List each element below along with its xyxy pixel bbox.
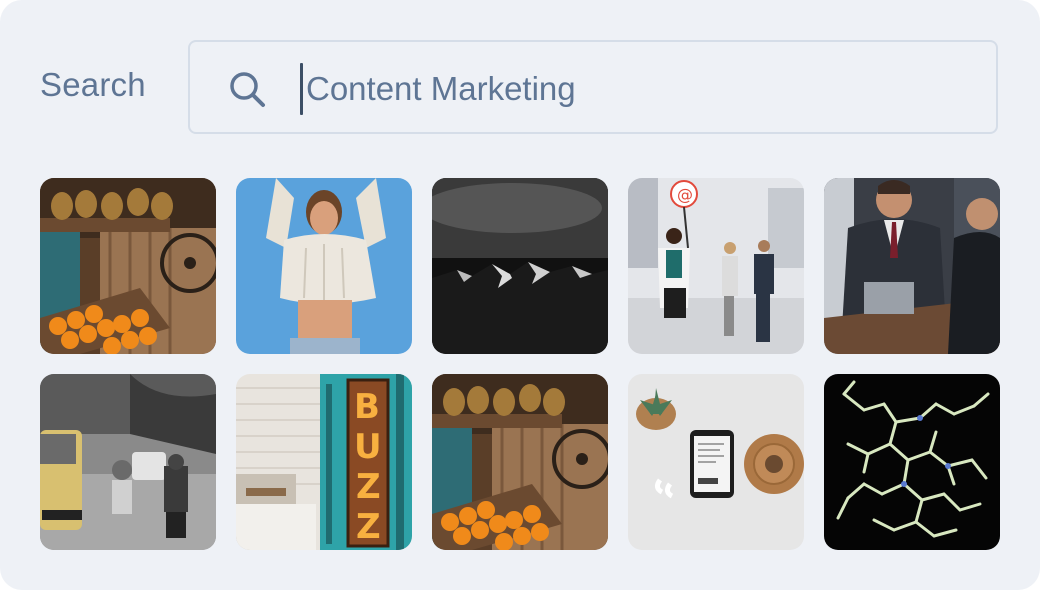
woman-sweater-image <box>236 178 412 354</box>
fruit-stand-image <box>432 374 608 550</box>
molecule-structure-image <box>824 374 1000 550</box>
svg-text:Z: Z <box>356 507 381 547</box>
result-tile-dark-mountains[interactable] <box>432 178 608 354</box>
business-people-email-sign-image: @ <box>628 178 804 354</box>
result-tile-fruit-stand-2[interactable] <box>432 374 608 550</box>
result-tile-street-scene[interactable] <box>40 374 216 550</box>
result-tile-woman-sweater[interactable] <box>236 178 412 354</box>
search-panel: Search Content Marketing @ B U Z Z <box>0 0 1040 590</box>
result-tile-phone-desk[interactable] <box>628 374 804 550</box>
phone-on-desk-image <box>628 374 804 550</box>
result-tile-buzz-sign[interactable]: BU ZZ <box>236 374 412 550</box>
search-icon <box>228 70 268 110</box>
business-meeting-image <box>824 178 1000 354</box>
result-tile-fruit-stand[interactable] <box>40 178 216 354</box>
result-tile-molecule[interactable] <box>824 374 1000 550</box>
dark-mountains-image <box>432 178 608 354</box>
svg-text:U: U <box>354 427 382 467</box>
search-box[interactable] <box>188 40 998 134</box>
svg-text:Z: Z <box>356 467 381 507</box>
fruit-stand-image <box>40 178 216 354</box>
buzz-neon-sign-image: BU ZZ <box>236 374 412 550</box>
street-scene-image <box>40 374 216 550</box>
result-tile-business-people[interactable]: @ <box>628 178 804 354</box>
result-tile-business-meeting[interactable] <box>824 178 1000 354</box>
svg-text:B: B <box>354 387 380 427</box>
search-input[interactable] <box>306 64 966 114</box>
text-cursor <box>300 63 303 115</box>
search-label: Search <box>40 66 146 103</box>
svg-text:@: @ <box>677 185 693 204</box>
